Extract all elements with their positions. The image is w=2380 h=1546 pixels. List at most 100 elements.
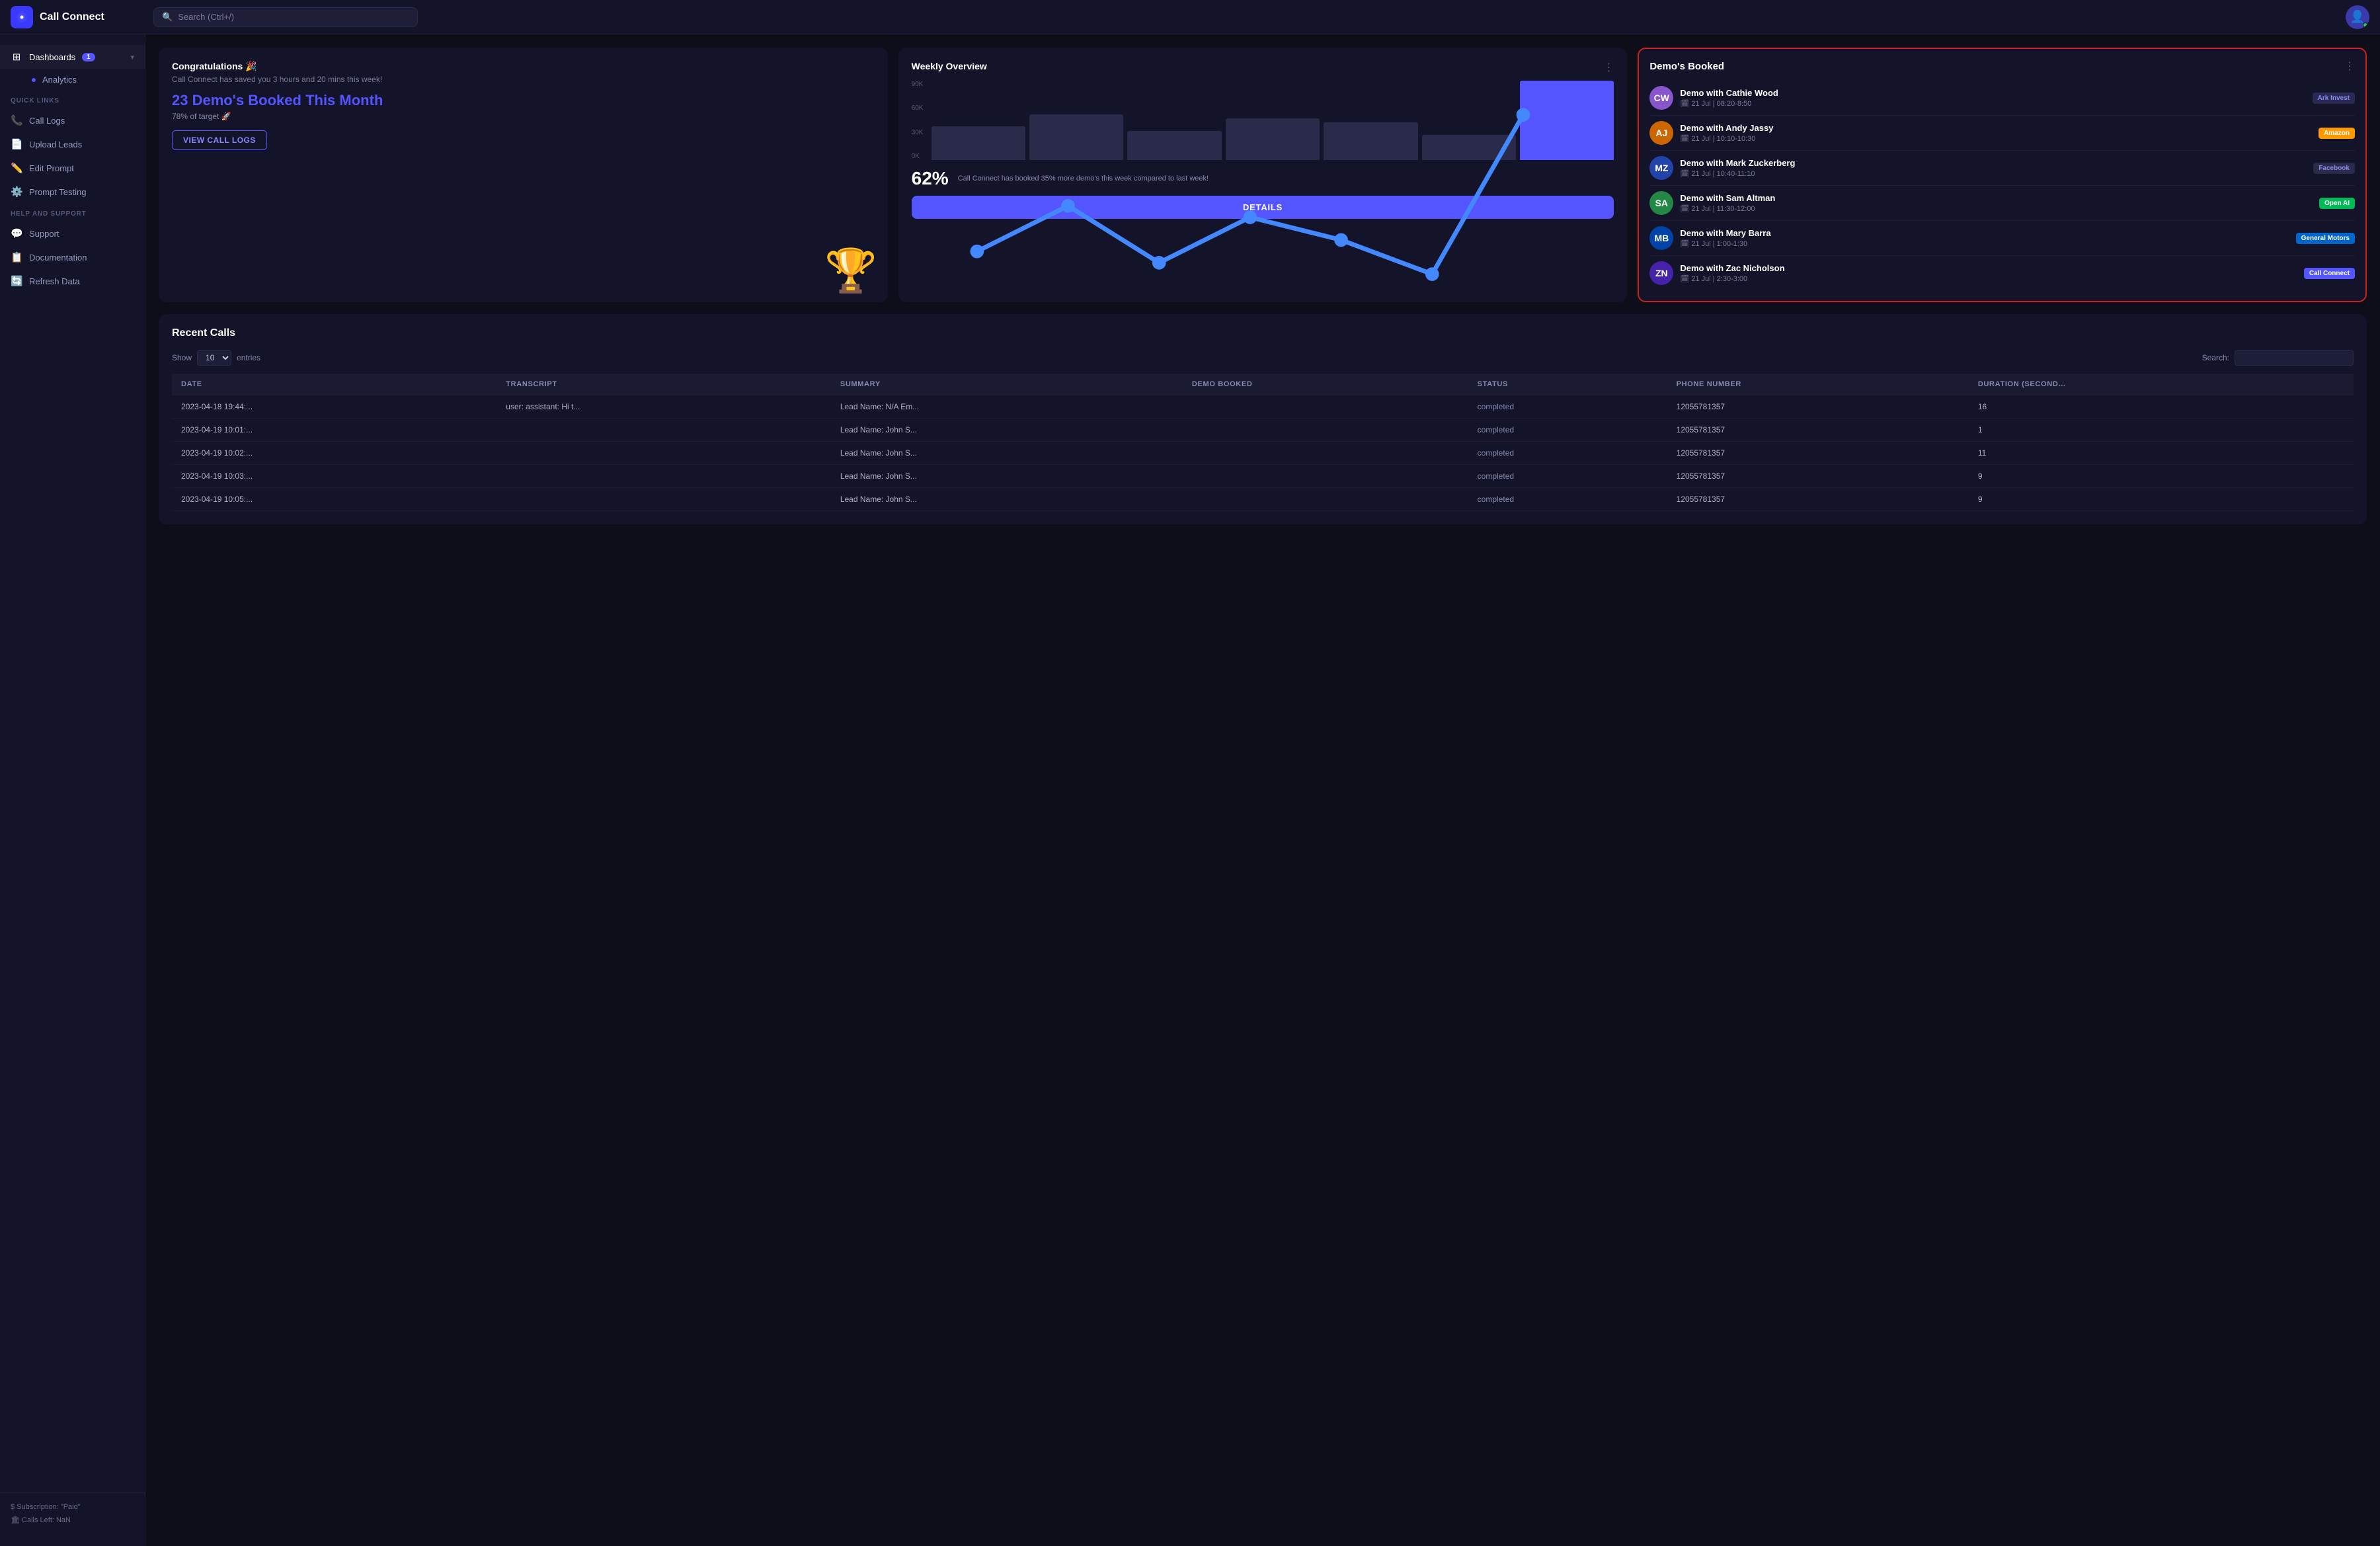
table-cell xyxy=(1183,419,1468,442)
demo-badge: Ark Invest xyxy=(2313,93,2355,104)
menu-dots-icon[interactable]: ⋮ xyxy=(1603,61,1614,74)
table-row: 2023-04-19 10:01:...Lead Name: John S...… xyxy=(172,419,2354,442)
sidebar-item-label: Edit Prompt xyxy=(29,163,74,173)
sidebar-item-dashboards[interactable]: ⊞ Dashboards 1 ▾ xyxy=(0,45,145,69)
sidebar-item-label: Prompt Testing xyxy=(29,187,86,197)
table-cell: completed xyxy=(1468,395,1667,419)
table-row: 2023-04-18 19:44:...user: assistant: Hi … xyxy=(172,395,2354,419)
view-call-logs-button[interactable]: VIEW CALL LOGS xyxy=(172,130,267,150)
demo-list-item: ZN Demo with Zac Nicholson 🗓 21 Jul | 2:… xyxy=(1649,256,2355,290)
weekly-overview-card: Weekly Overview ⋮ 90K 60K 30K 0K xyxy=(898,48,1628,302)
table-cell: 2023-04-19 10:01:... xyxy=(172,419,496,442)
demos-booked-title: Demo's Booked xyxy=(1649,61,1724,72)
table-cell: 1 xyxy=(1969,419,2354,442)
details-button[interactable]: DETAILS xyxy=(912,196,1614,219)
table-column-header: DATE xyxy=(172,374,496,395)
table-cell xyxy=(496,488,831,511)
widgets-row: Congratulations 🎉 Call Connect has saved… xyxy=(159,48,2367,302)
table-cell: user: assistant: Hi t... xyxy=(496,395,831,419)
sidebar-item-label: Documentation xyxy=(29,253,87,263)
demos-menu-icon[interactable]: ⋮ xyxy=(2344,60,2355,73)
sidebar-item-label: Analytics xyxy=(42,75,77,85)
avatar[interactable]: 👤 xyxy=(2346,5,2369,29)
demo-list-item: CW Demo with Cathie Wood 🗓 21 Jul | 08:2… xyxy=(1649,81,2355,116)
table-cell xyxy=(1183,395,1468,419)
recent-calls-header: Recent Calls xyxy=(172,327,2354,339)
table-row: 2023-04-19 10:02:...Lead Name: John S...… xyxy=(172,442,2354,465)
demo-name: Demo with Andy Jassy xyxy=(1680,123,2312,133)
table-cell xyxy=(1183,488,1468,511)
demo-time: 🗓 21 Jul | 10:10-10:30 xyxy=(1680,134,2312,143)
demo-time: 🗓 21 Jul | 1:00-1:30 xyxy=(1680,239,2289,248)
table-cell: completed xyxy=(1468,465,1667,488)
congrats-subtitle: Call Connect has saved you 3 hours and 2… xyxy=(172,75,875,84)
show-select[interactable]: 10 25 50 xyxy=(197,350,231,366)
dot-icon xyxy=(32,78,36,82)
sidebar-badge: 1 xyxy=(82,53,95,61)
topbar: Call Connect 🔍 👤 xyxy=(0,0,2380,34)
table-cell: 9 xyxy=(1969,488,2354,511)
chevron-icon: ▾ xyxy=(130,53,134,61)
sidebar-item-documentation[interactable]: 📋 Documentation xyxy=(0,245,145,269)
table-search-wrapper: Search: xyxy=(2202,350,2354,366)
table-column-header: STATUS xyxy=(1468,374,1667,395)
support-icon: 💬 xyxy=(11,227,22,239)
table-cell: Lead Name: N/A Em... xyxy=(831,395,1183,419)
demo-avatar: MB xyxy=(1649,226,1673,250)
sidebar: ⊞ Dashboards 1 ▾ Analytics Quick Links 📞… xyxy=(0,34,145,1546)
phone-icon: 📞 xyxy=(11,114,22,126)
search-bar[interactable]: 🔍 xyxy=(153,7,418,27)
demo-list-item: MB Demo with Mary Barra 🗓 21 Jul | 1:00-… xyxy=(1649,221,2355,256)
chart-bar-1 xyxy=(1029,114,1123,160)
table-cell xyxy=(496,419,831,442)
search-input[interactable] xyxy=(178,12,409,22)
table-cell: 12055781357 xyxy=(1667,395,1969,419)
demo-avatar: SA xyxy=(1649,191,1673,215)
search-icon: 🔍 xyxy=(162,12,173,22)
sidebar-item-label: Upload Leads xyxy=(29,140,82,149)
trophy-graphic: 🏆 xyxy=(824,246,877,296)
weekly-title: Weekly Overview xyxy=(912,61,987,71)
recent-calls-card: Recent Calls Show 10 25 50 entries Searc… xyxy=(159,314,2367,524)
sidebar-item-call-logs[interactable]: 📞 Call Logs xyxy=(0,108,145,132)
table-search-input[interactable] xyxy=(2235,350,2354,366)
sidebar-footer: $ Subscription: "Paid" 🏛 Calls Left: NaN xyxy=(0,1492,145,1535)
table-cell: Lead Name: John S... xyxy=(831,488,1183,511)
demo-badge: General Motors xyxy=(2296,233,2355,244)
sidebar-item-analytics[interactable]: Analytics xyxy=(0,69,145,91)
table-cell xyxy=(1183,465,1468,488)
sidebar-item-label: Dashboards xyxy=(29,52,75,62)
sidebar-item-prompt-testing[interactable]: ⚙️ Prompt Testing xyxy=(0,180,145,204)
show-entries: Show 10 25 50 entries xyxy=(172,350,260,366)
demo-time: 🗓 21 Jul | 08:20-8:50 xyxy=(1680,99,2305,108)
demos-count: 23 Demo's Booked This Month xyxy=(172,92,875,109)
sidebar-item-refresh-data[interactable]: 🔄 Refresh Data xyxy=(0,269,145,293)
sidebar-item-upload-leads[interactable]: 📄 Upload Leads xyxy=(0,132,145,156)
table-cell: 2023-04-19 10:03:... xyxy=(172,465,496,488)
weekly-overview-header: Weekly Overview ⋮ xyxy=(912,61,1614,74)
demo-name: Demo with Mary Barra xyxy=(1680,228,2289,238)
table-controls: Show 10 25 50 entries Search: xyxy=(172,350,2354,366)
demo-list-item: SA Demo with Sam Altman 🗓 21 Jul | 11:30… xyxy=(1649,186,2355,221)
subscription-text: $ Subscription: "Paid" xyxy=(11,1501,134,1514)
demo-badge: Open AI xyxy=(2319,198,2355,209)
table-cell xyxy=(496,442,831,465)
demo-name: Demo with Cathie Wood xyxy=(1680,88,2305,98)
table-cell: 12055781357 xyxy=(1667,465,1969,488)
main-content: Congratulations 🎉 Call Connect has saved… xyxy=(145,34,2380,1546)
table-cell: Lead Name: John S... xyxy=(831,442,1183,465)
demo-time: 🗓 21 Jul | 11:30-12:00 xyxy=(1680,204,2313,213)
refresh-icon: 🔄 xyxy=(11,275,22,287)
app-logo: Call Connect xyxy=(11,6,143,28)
demo-name: Demo with Zac Nicholson xyxy=(1680,263,2297,273)
table-row: 2023-04-19 10:03:...Lead Name: John S...… xyxy=(172,465,2354,488)
sidebar-item-label: Call Logs xyxy=(29,116,65,126)
demo-name: Demo with Sam Altman xyxy=(1680,193,2313,203)
sidebar-item-edit-prompt[interactable]: ✏️ Edit Prompt xyxy=(0,156,145,180)
table-cell: 2023-04-19 10:05:... xyxy=(172,488,496,511)
demo-badge: Facebook xyxy=(2313,163,2355,174)
demo-info: Demo with Zac Nicholson 🗓 21 Jul | 2:30-… xyxy=(1680,263,2297,283)
table-cell: completed xyxy=(1468,442,1667,465)
sidebar-item-label: Refresh Data xyxy=(29,276,80,286)
sidebar-item-support[interactable]: 💬 Support xyxy=(0,222,145,245)
